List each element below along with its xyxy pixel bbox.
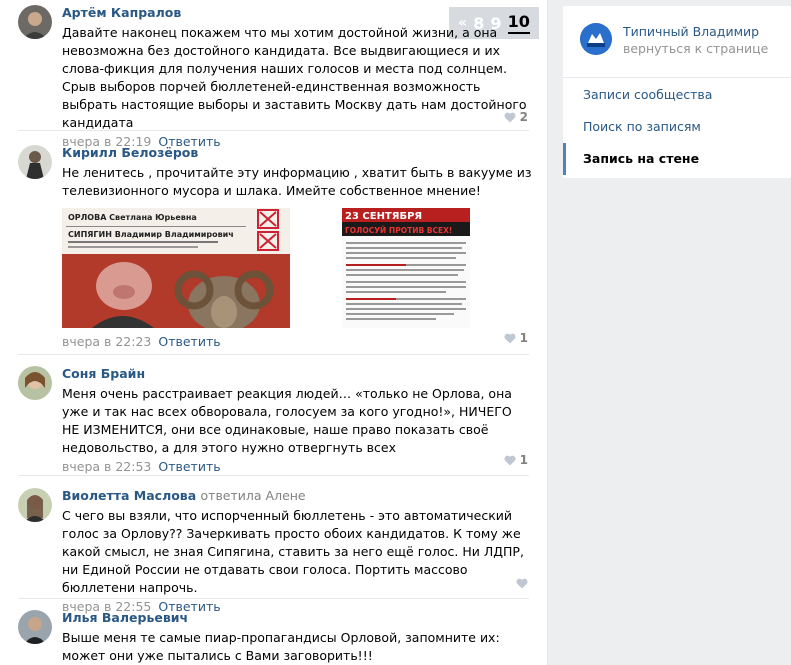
like-button[interactable]: 2: [504, 109, 528, 125]
heart-icon: [504, 455, 516, 465]
divider: [18, 130, 529, 131]
like-button[interactable]: [516, 575, 528, 591]
like-count: 2: [519, 110, 528, 124]
heart-icon: [516, 578, 528, 588]
like-count: 1: [519, 331, 528, 345]
like-button[interactable]: 1: [504, 330, 528, 346]
avatar[interactable]: [18, 610, 52, 644]
back-to-page-link[interactable]: вернуться к странице: [623, 40, 768, 57]
reply-to-label[interactable]: ответила Алене: [201, 488, 306, 503]
group-header[interactable]: Типичный Владимир вернуться к странице: [580, 23, 768, 57]
comment-author[interactable]: Артём Капралов: [62, 5, 532, 21]
comment-author[interactable]: Виолетта Маслова ответила Алене: [62, 488, 532, 504]
reply-link[interactable]: Ответить: [158, 459, 220, 474]
group-name-link[interactable]: Типичный Владимир: [623, 23, 768, 40]
avatar[interactable]: [18, 5, 52, 39]
sidebar: Типичный Владимир вернуться к странице З…: [563, 6, 791, 178]
group-logo[interactable]: [580, 23, 612, 55]
comments-panel: « 8 9 10 Артём Капралов Давайте наконец …: [0, 0, 548, 665]
divider: [18, 475, 529, 476]
heart-icon: [504, 333, 516, 343]
comment-text: Давайте наконец покажем что мы хотим дос…: [62, 25, 527, 130]
avatar[interactable]: [18, 366, 52, 400]
leaflet-slogan: ГОЛОСУЙ ПРОТИВ ВСЕХ!: [345, 226, 452, 235]
leaflet-date: 23 СЕНТЯБРЯ: [345, 211, 422, 222]
divider: [18, 598, 529, 599]
like-count: 1: [519, 453, 528, 467]
divider: [18, 354, 529, 355]
attachment-photo-candidates[interactable]: ОРЛОВА Светлана Юрьевна СИПЯГИН Владимир…: [62, 208, 290, 328]
comment-author-name[interactable]: Виолетта Маслова: [62, 488, 196, 503]
divider: [563, 77, 791, 78]
comment-author[interactable]: Илья Валерьевич: [62, 610, 532, 626]
comment-text: Выше меня те самые пиар-пропагандисы Орл…: [62, 630, 500, 663]
like-button[interactable]: 1: [504, 452, 528, 468]
menu-wall-post[interactable]: Запись на стене: [563, 143, 791, 175]
heart-icon: [504, 112, 516, 122]
menu-community-posts[interactable]: Записи сообщества: [563, 79, 791, 111]
comment-text: Меня очень расстраивает реакция людей… «…: [62, 386, 512, 455]
avatar[interactable]: [18, 145, 52, 179]
reply-link[interactable]: Ответить: [158, 334, 220, 349]
menu-search-posts[interactable]: Поиск по записям: [563, 111, 791, 143]
comment-time[interactable]: вчера в 22:53: [62, 459, 151, 474]
comment-text: С чего вы взяли, что испорченный бюллете…: [62, 508, 524, 595]
attachment-photo-leaflet[interactable]: 23 СЕНТЯБРЯ ГОЛОСУЙ ПРОТИВ ВСЕХ!: [342, 208, 470, 328]
comment-author[interactable]: Соня Брайн: [62, 366, 532, 382]
comment-text: Не ленитесь , прочитайте эту информацию …: [62, 165, 532, 198]
comment-time[interactable]: вчера в 22:23: [62, 334, 151, 349]
ballot-name-2: СИПЯГИН Владимир Владимирович: [68, 230, 234, 239]
ballot-name-1: ОРЛОВА Светлана Юрьевна: [68, 213, 197, 222]
avatar[interactable]: [18, 488, 52, 522]
comment-author[interactable]: Кирилл Белозёров: [62, 145, 532, 161]
